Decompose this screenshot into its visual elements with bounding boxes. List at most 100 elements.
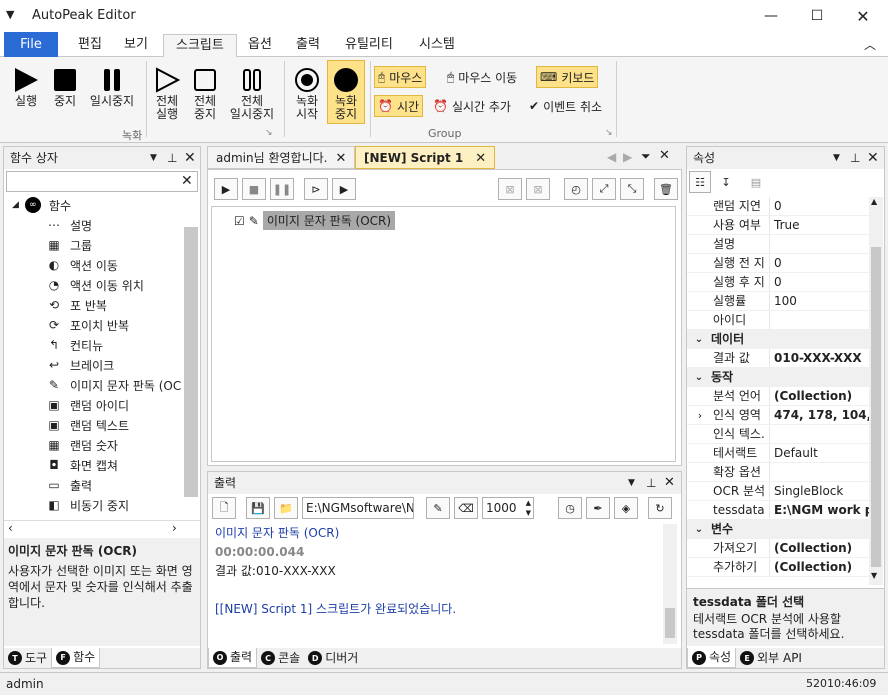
tree-item[interactable]: ⟲ 포 반복 (4, 295, 200, 315)
property-row[interactable]: 확장 옵션 (687, 463, 869, 482)
mouse-toggle[interactable]: 🖰 마우스 (374, 66, 427, 88)
tree-item[interactable]: ◘ 화면 캡쳐 (4, 455, 200, 475)
dropdown-icon[interactable]: ▼ (150, 147, 157, 169)
props-scrollbar[interactable]: ▲ ▼ (869, 197, 883, 585)
scroll-thumb[interactable] (871, 247, 881, 567)
loop-icon[interactable]: ◴ (564, 178, 588, 200)
property-row[interactable]: 아이디 (687, 311, 869, 330)
categorized-icon[interactable]: ☷ (689, 171, 711, 193)
stop-button[interactable]: 중지 (48, 65, 82, 108)
tree-item[interactable]: ▦ 랜덤 숫자 (4, 435, 200, 455)
maximize-button[interactable]: ☐ (794, 0, 840, 32)
tab-console[interactable]: C 콘솔 (257, 648, 304, 668)
trash-icon[interactable]: 🗑 (654, 178, 678, 200)
tab-debugger[interactable]: D 디버거 (304, 648, 362, 668)
tab-output[interactable]: 출력 (284, 34, 332, 57)
tab-output-log[interactable]: O 출력 (208, 648, 258, 668)
collapse-icon[interactable]: ⌄ (687, 330, 711, 349)
tab-tools[interactable]: T 도구 (4, 648, 51, 668)
pen-icon[interactable]: ✒ (586, 497, 610, 519)
property-row[interactable]: 가져오기 (Collection) (687, 539, 869, 558)
delete-disabled-icon[interactable]: ⊠ (498, 178, 522, 200)
time-toggle[interactable]: ⏰ 시간 (374, 95, 424, 117)
scroll-right-icon[interactable]: › (172, 521, 177, 535)
tree-item[interactable]: ◔ 액션 이동 위치 (4, 275, 200, 295)
realtime-add-toggle[interactable]: ⏰ 실시간 추가 (430, 95, 514, 117)
property-category[interactable]: ⌄ 데이터 (687, 330, 869, 349)
tab-list-icon[interactable]: ⏷ (641, 149, 651, 164)
collapse-icon[interactable]: ⌄ (687, 520, 711, 539)
close-doc-icon[interactable]: ✕ (659, 148, 670, 163)
close-icon[interactable]: ✕ (664, 472, 675, 494)
run-selected-icon[interactable]: ▶ (332, 178, 356, 200)
spinner-arrows-icon[interactable]: ▲ ▼ (526, 498, 531, 518)
stop-all-button[interactable]: 전체 중지 (188, 65, 222, 121)
step-play-icon[interactable]: ⊳ (304, 178, 328, 200)
tree-item[interactable]: ◐ 액션 이동 (4, 255, 200, 275)
minimize-button[interactable]: — (748, 0, 794, 32)
property-row[interactable]: 실행률 100 (687, 292, 869, 311)
tree-scrollbar[interactable] (184, 227, 198, 497)
pin-icon[interactable]: ⊥ (167, 147, 177, 169)
tree-root[interactable]: ◢ ∞ 함수 (4, 195, 200, 215)
clock-icon[interactable]: ◷ (558, 497, 582, 519)
close-window-button[interactable]: ✕ (840, 0, 886, 32)
tab-options[interactable]: 옵션 (236, 34, 284, 57)
app-menu-icon[interactable]: ▼ (6, 8, 14, 21)
expand-icon[interactable]: › (687, 406, 713, 424)
dropdown-icon[interactable]: ▼ (628, 472, 635, 494)
log-scrollbar[interactable] (663, 524, 677, 644)
group-launcher-icon[interactable]: ↘ (605, 128, 613, 138)
property-row[interactable]: OCR 분석 SingleBlock (687, 482, 869, 501)
expand-icon[interactable]: ⤢ (592, 178, 616, 200)
tree-item[interactable]: ▦ 그룹 (4, 235, 200, 255)
property-row[interactable]: 실행 전 지0 (687, 254, 869, 273)
close-tab-icon[interactable]: ✕ (475, 151, 486, 166)
keyboard-toggle[interactable]: ⌨ 키보드 (536, 66, 599, 88)
checkbox-checked-icon[interactable]: ☑ (234, 214, 245, 228)
save-icon[interactable]: 💾 (246, 497, 270, 519)
scroll-tabs-right-icon[interactable]: ▶ (623, 150, 632, 164)
pause-button[interactable]: 일시중지 (86, 65, 138, 108)
tab-properties[interactable]: P 속성 (687, 648, 737, 668)
doc-tab-welcome[interactable]: admin님 환영합니다. ✕ (207, 146, 356, 169)
property-row[interactable]: 설명 (687, 235, 869, 254)
fill-icon[interactable]: ◈ (614, 497, 638, 519)
delete-all-disabled-icon[interactable]: ⊠ (526, 178, 550, 200)
pin-icon[interactable]: ⊥ (646, 472, 656, 494)
property-row[interactable]: tessdata 폴E:\NGM work p (687, 501, 869, 520)
tab-script[interactable]: 스크립트 (163, 34, 237, 58)
property-row[interactable]: 인식 텍스. (687, 425, 869, 444)
property-row[interactable]: 테서랙트 Default (687, 444, 869, 463)
property-row[interactable]: ›인식 영역474, 178, 104, 19 (687, 406, 869, 425)
dropdown-icon[interactable]: ▼ (833, 147, 840, 169)
path-input[interactable]: E:\NGMsoftware\NG (302, 497, 414, 519)
scroll-left-icon[interactable]: ‹ (8, 521, 13, 535)
tree-item[interactable]: ✎ 이미지 문자 판독 (OC (4, 375, 200, 395)
brush-icon[interactable]: ✎ (426, 497, 450, 519)
stop-icon[interactable]: ■ (242, 178, 266, 200)
property-row[interactable]: 추가하기 (Collection) (687, 558, 869, 577)
collapse-icon[interactable]: ⌄ (687, 368, 711, 387)
tree-item[interactable]: ↩ 브레이크 (4, 355, 200, 375)
count-spinner[interactable]: 1000 ▲ ▼ (482, 497, 534, 519)
search-input[interactable]: ✕ (6, 171, 198, 192)
collapse-icon[interactable]: ◢ (12, 200, 19, 210)
mouse-move-toggle[interactable]: 🖱 마우스 이동 (444, 66, 520, 88)
property-category[interactable]: ⌄ 동작 (687, 368, 869, 387)
collapse-icon[interactable]: ⤡ (620, 178, 644, 200)
property-row[interactable]: 결과 값 010-XXX-XXX (687, 349, 869, 368)
eraser-icon[interactable]: ⌫ (454, 497, 478, 519)
tab-edit[interactable]: 편집 (66, 34, 114, 57)
close-icon[interactable]: ✕ (867, 147, 879, 169)
script-node[interactable]: ☑ ✎ 이미지 문자 판독 (OCR) (234, 211, 396, 230)
tree-item[interactable]: ⋯ 설명 (4, 215, 200, 235)
play-icon[interactable]: ▶ (214, 178, 238, 200)
run-all-button[interactable]: 전체 실행 (150, 65, 184, 121)
tab-utility[interactable]: 유틸리티 (333, 34, 405, 57)
run-button[interactable]: 실행 (8, 65, 44, 108)
tree-item[interactable]: ▣ 랜덤 텍스트 (4, 415, 200, 435)
scroll-up-icon[interactable]: ▲ (871, 197, 877, 206)
tree-item[interactable]: ◧ 비동기 중지 (4, 495, 200, 515)
property-pages-icon[interactable]: ▤ (745, 171, 767, 193)
